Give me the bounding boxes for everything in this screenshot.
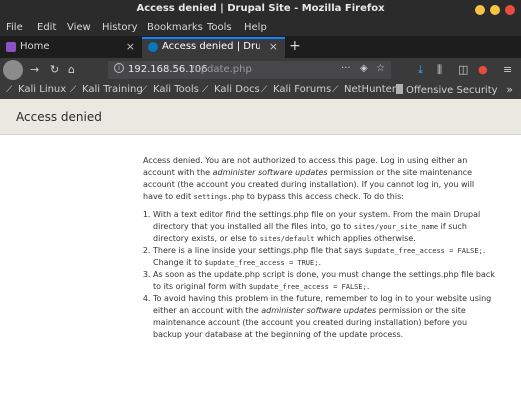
url-path: /update.php: [191, 64, 252, 75]
list-item: To avoid having this problem in the futu…: [153, 293, 495, 341]
kali-dragon-icon: ⟋: [6, 85, 13, 95]
menu-help[interactable]: Help: [244, 22, 267, 33]
window-titlebar: Access denied | Drupal Site - Mozilla Fi…: [0, 0, 521, 19]
bookmark-kali-tools[interactable]: ⟋ Kali Tools: [141, 84, 199, 95]
drupal-favicon-icon: [148, 42, 158, 52]
bookmark-offensive-security[interactable]: Offensive Security: [396, 84, 498, 96]
page-title: Access denied: [16, 110, 102, 124]
menu-tools[interactable]: Tools: [207, 22, 232, 33]
bookmark-kali-forums[interactable]: ⟋ Kali Forums: [261, 84, 331, 95]
maximize-button[interactable]: [490, 5, 500, 15]
forward-icon[interactable]: →: [30, 63, 39, 76]
close-window-button[interactable]: [505, 5, 515, 15]
offensive-security-icon: [396, 84, 403, 94]
minimize-button[interactable]: [475, 5, 485, 15]
menu-icon[interactable]: ≡: [503, 63, 512, 76]
menu-file[interactable]: File: [6, 22, 23, 33]
page-actions-icon[interactable]: ···: [341, 63, 351, 74]
reload-icon[interactable]: ↻: [50, 63, 59, 76]
site-info-icon[interactable]: i: [114, 63, 124, 73]
bookmark-kali-linux[interactable]: ⟋ Kali Linux: [6, 84, 66, 95]
menu-bar: File Edit View History Bookmarks Tools H…: [0, 19, 521, 36]
pocket-icon[interactable]: ◈: [360, 63, 368, 74]
bookmark-nethunter[interactable]: ⟋ NetHunter: [332, 84, 396, 95]
bookmark-kali-docs[interactable]: ⟋ Kali Docs: [202, 84, 260, 95]
kali-dragon-icon: ⟋: [332, 85, 339, 95]
tab-access-denied[interactable]: Access denied | Drupal S ×: [142, 37, 285, 58]
tab-label: Home: [20, 41, 50, 52]
list-item: With a text editor find the settings.php…: [153, 209, 495, 245]
tab-close-icon[interactable]: ×: [126, 40, 135, 53]
addon-icon[interactable]: ●: [478, 63, 488, 76]
kali-dragon-icon: ⟋: [261, 85, 268, 95]
bookmark-kali-training[interactable]: ⟋ Kali Training: [70, 84, 143, 95]
navigation-bar: → ↻ ⌂ i 192.168.56.106 /update.php ··· ◈…: [0, 58, 521, 82]
bookmark-star-icon[interactable]: ☆: [376, 63, 385, 74]
tab-strip: Home × Access denied | Drupal S × +: [0, 36, 521, 58]
home-favicon-icon: [6, 42, 16, 52]
tab-home[interactable]: Home ×: [0, 37, 142, 58]
window-title: Access denied | Drupal Site - Mozilla Fi…: [136, 3, 385, 14]
tab-close-icon[interactable]: ×: [269, 40, 278, 53]
new-tab-button[interactable]: +: [289, 38, 301, 54]
list-item: As soon as the update.php script is done…: [153, 269, 495, 293]
menu-edit[interactable]: Edit: [37, 22, 56, 33]
bookmarks-toolbar: ⟋ Kali Linux ⟋ Kali Training ⟋ Kali Tools ⟋…: [0, 82, 521, 99]
page-header: Access denied: [0, 99, 521, 135]
instructions-list: With a text editor find the settings.php…: [143, 209, 495, 341]
menu-bookmarks[interactable]: Bookmarks: [147, 22, 203, 33]
page-content: Access denied. You are not authorized to…: [143, 155, 495, 341]
library-icon[interactable]: ⫼: [437, 63, 442, 77]
list-item: There is a line inside your settings.php…: [153, 245, 495, 269]
intro-paragraph: Access denied. You are not authorized to…: [143, 156, 475, 201]
bookmarks-overflow-icon[interactable]: »: [506, 83, 513, 96]
sidebar-icon[interactable]: ◫: [458, 63, 468, 76]
url-bar[interactable]: i 192.168.56.106 /update.php ··· ◈ ☆: [108, 61, 391, 79]
home-icon[interactable]: ⌂: [68, 63, 75, 76]
menu-view[interactable]: View: [67, 22, 91, 33]
back-button[interactable]: [3, 60, 23, 80]
menu-history[interactable]: History: [102, 22, 138, 33]
kali-dragon-icon: ⟋: [141, 85, 148, 95]
downloads-icon[interactable]: ⤓: [418, 63, 423, 77]
kali-dragon-icon: ⟋: [70, 85, 77, 95]
kali-dragon-icon: ⟋: [202, 85, 209, 95]
tab-label: Access denied | Drupal S: [162, 41, 260, 52]
